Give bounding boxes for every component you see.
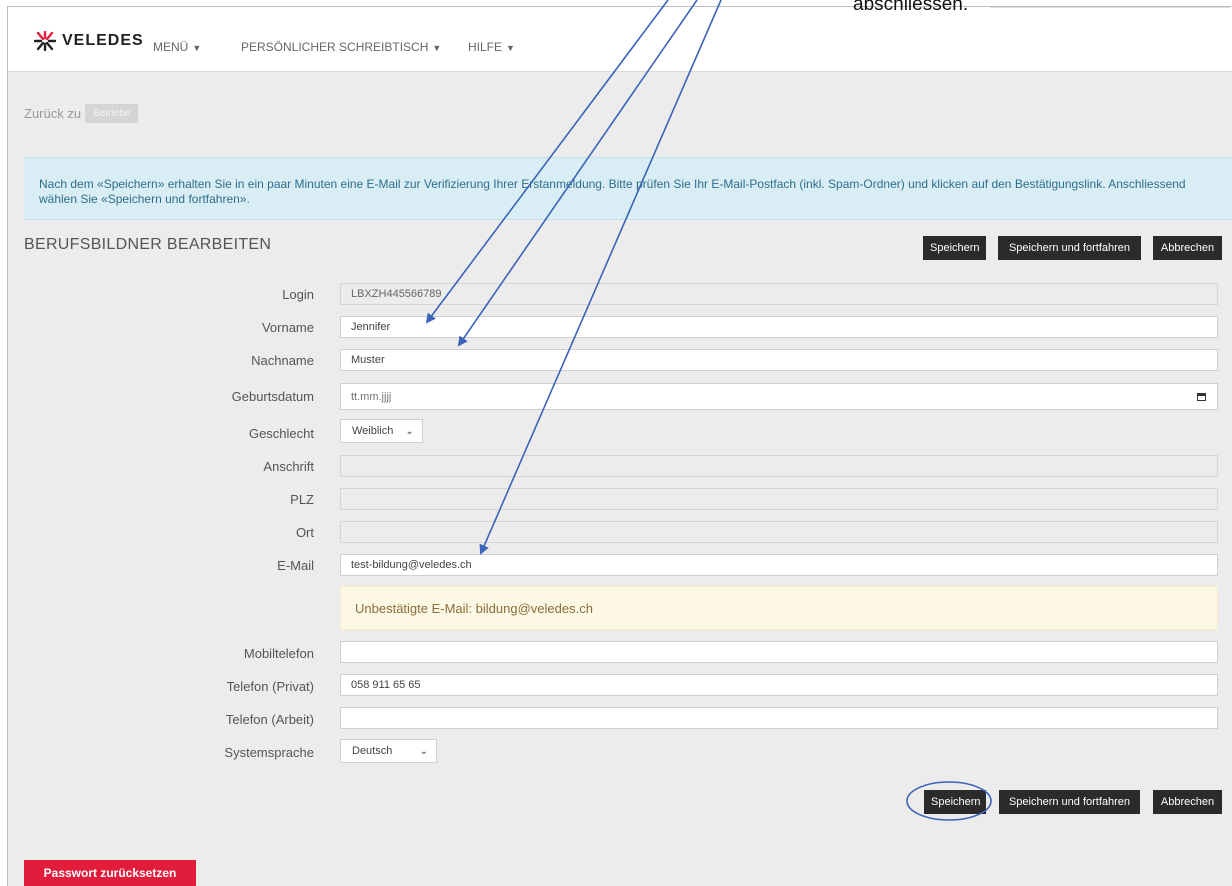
telefon-privat-field[interactable] xyxy=(340,674,1218,696)
nachname-label: Nachname xyxy=(251,353,314,368)
logo-text: VELEDES xyxy=(62,32,144,49)
calendar-icon[interactable] xyxy=(1197,393,1206,401)
nav-menu-label: MENÜ xyxy=(153,40,189,54)
save-continue-button-bottom[interactable]: Speichern und fortfahren xyxy=(999,790,1140,814)
save-button-top[interactable]: Speichern xyxy=(923,236,986,260)
breadcrumb: Zurück zu Betriebe xyxy=(24,104,139,123)
systemsprache-value: Deutsch xyxy=(352,745,393,757)
info-alert: Nach dem «Speichern» erhalten Sie in ein… xyxy=(24,157,1232,220)
plz-field xyxy=(340,488,1218,510)
geschlecht-value: Weiblich xyxy=(352,425,394,437)
email-field[interactable] xyxy=(340,554,1218,576)
plz-label: PLZ xyxy=(290,492,314,507)
save-button-bottom[interactable]: Speichern xyxy=(924,790,986,814)
nav-personal-desk-label: PERSÖNLICHER SCHREIBTISCH xyxy=(241,40,429,54)
veledes-logo[interactable]: VELEDES xyxy=(34,31,144,51)
annotation-caption: abschliessen. xyxy=(853,0,969,15)
nav-menu[interactable]: MENÜ ▼ xyxy=(153,40,201,54)
login-field xyxy=(340,283,1218,305)
app-frame xyxy=(7,6,1232,886)
info-alert-text: Nach dem «Speichern» erhalten Sie in ein… xyxy=(39,177,1186,206)
geschlecht-label: Geschlecht xyxy=(248,426,314,441)
chevron-down-icon: ⌄ xyxy=(419,745,428,757)
systemsprache-select[interactable]: Deutsch ⌄ xyxy=(340,739,437,763)
unconfirmed-email-warning: Unbestätigte E-Mail: bildung@veledes.ch xyxy=(340,586,1218,630)
nav-personal-desk[interactable]: PERSÖNLICHER SCHREIBTISCH ▼ xyxy=(241,40,441,54)
nav-help-label: HILFE xyxy=(468,40,503,54)
cancel-button-bottom[interactable]: Abbrechen xyxy=(1153,790,1222,814)
geschlecht-select[interactable]: Weiblich ⌄ xyxy=(340,419,423,443)
anschrift-label: Anschrift xyxy=(263,459,314,474)
mobiltelefon-field[interactable] xyxy=(340,641,1218,663)
chevron-down-icon: ⌄ xyxy=(405,425,414,437)
telefon-arbeit-field[interactable] xyxy=(340,707,1218,729)
unconfirmed-email-text: Unbestätigte E-Mail: bildung@veledes.ch xyxy=(355,601,593,616)
save-continue-button-top[interactable]: Speichern und fortfahren xyxy=(998,236,1141,260)
caret-down-icon: ▼ xyxy=(192,43,202,53)
mobiltelefon-label: Mobiltelefon xyxy=(243,646,314,661)
breadcrumb-betriebe-link[interactable]: Betriebe xyxy=(85,104,139,123)
nachname-field[interactable] xyxy=(340,349,1218,371)
caret-down-icon: ▼ xyxy=(506,43,515,53)
cancel-button-top[interactable]: Abbrechen xyxy=(1153,236,1222,260)
ort-field xyxy=(340,521,1218,543)
telefon-arbeit-label: Telefon (Arbeit) xyxy=(225,712,314,727)
page-title: BERUFSBILDNER BEARBEITEN xyxy=(24,236,272,253)
systemsprache-label: Systemsprache xyxy=(224,745,314,760)
nav-help[interactable]: HILFE ▼ xyxy=(468,40,515,54)
veledes-star-icon xyxy=(34,31,56,51)
breadcrumb-prefix: Zurück zu xyxy=(24,106,82,121)
login-label: Login xyxy=(282,287,314,302)
vorname-field[interactable] xyxy=(340,316,1218,338)
telefon-privat-label: Telefon (Privat) xyxy=(226,679,314,694)
geburtsdatum-label: Geburtsdatum xyxy=(231,389,314,404)
geburtsdatum-field[interactable] xyxy=(340,383,1218,410)
vorname-label: Vorname xyxy=(261,320,314,335)
caret-down-icon: ▼ xyxy=(432,43,442,53)
ort-label: Ort xyxy=(295,525,314,540)
reset-password-button[interactable]: Passwort zurücksetzen xyxy=(24,860,196,886)
email-label: E-Mail xyxy=(277,558,314,573)
anschrift-field xyxy=(340,455,1218,477)
